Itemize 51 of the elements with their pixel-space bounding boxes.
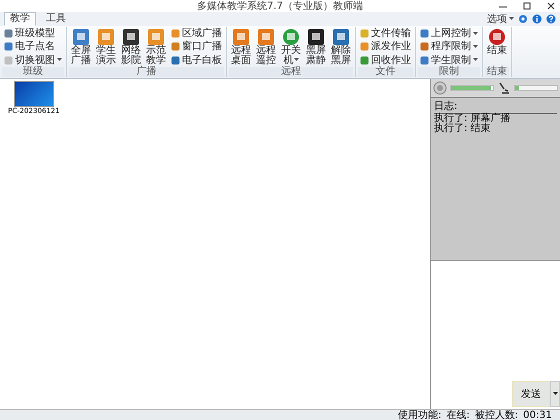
ribbon-button[interactable]: 远程遥控 — [254, 27, 278, 67]
ribbon-button[interactable]: 回收作业 — [360, 54, 411, 66]
group-label: 结束 — [485, 67, 509, 77]
window-title: 多媒体教学系统7.7（专业版）教师端 — [197, 0, 363, 12]
close-icon[interactable] — [546, 2, 556, 10]
help-icon[interactable] — [546, 14, 556, 24]
ribbon-button[interactable]: 学生演示 — [94, 27, 118, 67]
desktop-thumbnail[interactable] — [14, 81, 54, 107]
ribbon-tab[interactable]: 工具 — [40, 12, 72, 26]
info-icon[interactable] — [532, 14, 542, 24]
ribbon-button[interactable]: 上网控制 — [420, 28, 478, 40]
caret-icon — [552, 392, 558, 396]
ribbon-button[interactable]: 示范教学 — [144, 27, 168, 67]
group-label: 限制 — [418, 67, 480, 77]
group-label: 班级 — [2, 67, 64, 77]
ribbon-button[interactable]: 区域广播 — [171, 28, 222, 40]
status-text: 使用功能: — [398, 410, 442, 420]
microphone-slider[interactable] — [514, 85, 558, 91]
options-menu[interactable]: 选项 — [487, 12, 514, 26]
chat-input[interactable] — [431, 260, 560, 381]
log-title: 日志: — [434, 99, 557, 114]
ribbon-button[interactable]: 切换视图 — [4, 54, 62, 66]
ribbon-button[interactable]: 班级模型 — [4, 28, 62, 40]
ribbon-button[interactable]: 电子点名 — [4, 41, 62, 52]
group-label: 远程 — [229, 67, 353, 77]
volume-slider[interactable] — [450, 85, 494, 91]
ribbon-tab[interactable]: 教学 — [4, 12, 36, 26]
status-text: 在线: — [446, 410, 470, 420]
ribbon-button[interactable]: 黑屏肃静 — [304, 27, 328, 67]
ribbon-button[interactable]: 派发作业 — [360, 41, 411, 52]
log-line: 执行了: 结束 — [434, 124, 492, 134]
ribbon-button[interactable]: 开关机 — [279, 27, 303, 67]
maximize-icon[interactable] — [522, 2, 532, 10]
group-label: 文件 — [358, 67, 413, 77]
settings-icon[interactable] — [518, 14, 528, 24]
log-line: 执行了: 屏幕广播 — [434, 114, 512, 124]
group-label: 广播 — [69, 67, 224, 77]
ribbon-button[interactable]: 全屏广播 — [69, 27, 93, 67]
ribbon-button[interactable]: 结束 — [485, 27, 509, 67]
status-text: 被控人数: — [474, 410, 518, 420]
ribbon-button[interactable]: 学生限制 — [420, 54, 478, 66]
send-menu-button[interactable] — [550, 381, 560, 407]
ribbon-button[interactable]: 网络影院 — [119, 27, 143, 67]
ribbon-button[interactable]: 电子白板 — [171, 54, 222, 66]
ribbon-button[interactable]: 解除黑屏 — [329, 27, 353, 67]
ribbon-button[interactable]: 窗口广播 — [171, 41, 222, 52]
ribbon-button[interactable]: 文件传输 — [360, 28, 411, 40]
send-button[interactable]: 发送 — [512, 381, 550, 407]
ribbon-button[interactable]: 远程桌面 — [229, 27, 253, 67]
ribbon-button[interactable]: 程序限制 — [420, 41, 478, 52]
status-text: 00:31 — [523, 410, 552, 420]
